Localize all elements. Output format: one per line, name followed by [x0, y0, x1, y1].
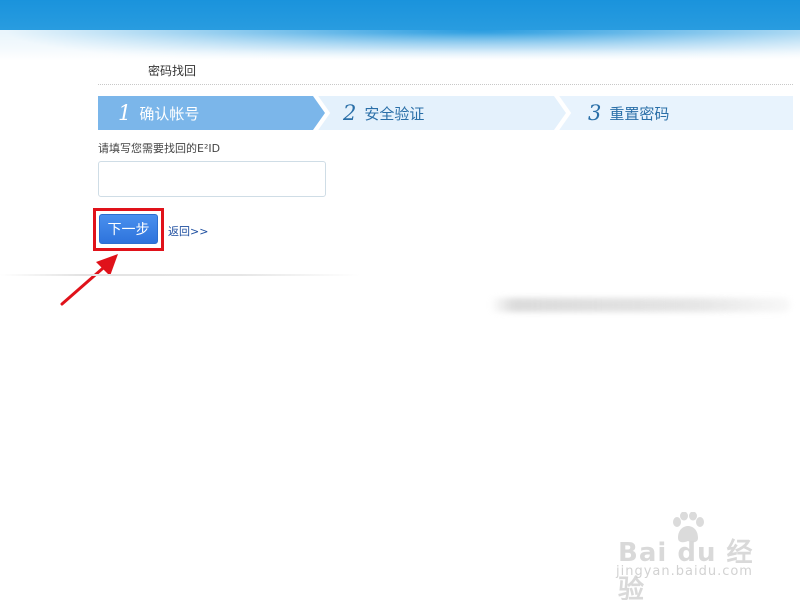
watermark-url: jingyan.baidu.com [616, 564, 753, 579]
step-3-label: 重置密码 [609, 104, 670, 123]
blurred-footer-text [490, 298, 790, 312]
footer-divider [0, 274, 800, 276]
eid-input[interactable] [98, 161, 326, 197]
eid-prompt-label: 请填写您需要找回的E²ID [98, 142, 221, 155]
page-title: 密码找回 [148, 64, 197, 78]
step-3: 3 重置密码 [588, 96, 793, 130]
step-1-number: 1 [118, 101, 132, 125]
step-2-number: 2 [343, 101, 357, 125]
baidu-jingyan-watermark: Bai du 经验 jingyan.baidu.com [610, 512, 770, 600]
title-divider [98, 84, 793, 85]
header-glow [0, 30, 800, 70]
step-1-label: 确认帐号 [139, 104, 200, 123]
step-2-label: 安全验证 [364, 104, 425, 123]
back-link[interactable]: 返回>> [168, 223, 208, 239]
step-2: 2 安全验证 [343, 96, 568, 130]
step-progress: 1 确认帐号 2 安全验证 3 重置密码 [98, 96, 793, 130]
step-3-number: 3 [588, 101, 602, 125]
page: 密码找回 1 确认帐号 2 安全验证 3 重置密码 请填写您需要找回的E²ID … [0, 0, 800, 600]
next-step-button[interactable]: 下一步 [99, 214, 158, 244]
step-1: 1 确认帐号 [98, 96, 343, 130]
red-arrow-icon [60, 254, 118, 306]
